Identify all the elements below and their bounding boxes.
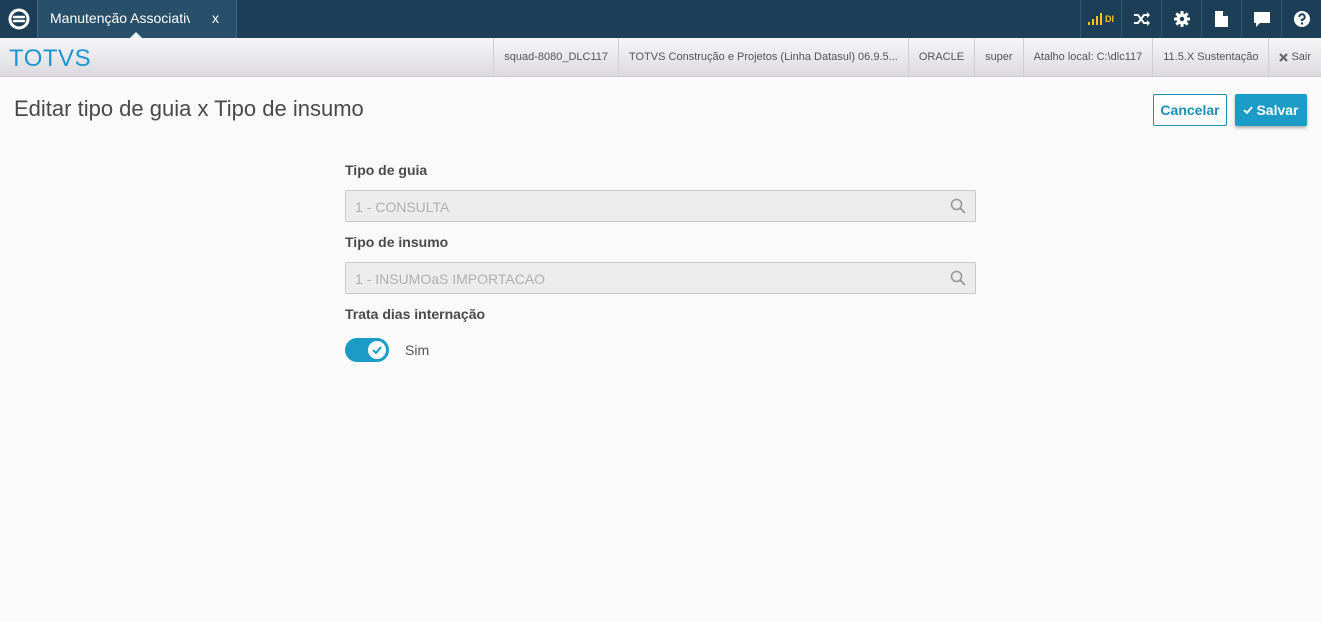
settings-button[interactable] xyxy=(1161,0,1201,38)
document-icon xyxy=(1215,11,1228,27)
signal-icon xyxy=(1088,13,1102,25)
totvs-logo-icon[interactable] xyxy=(0,0,37,38)
product-info: TOTVS Construção e Projetos (Linha Datas… xyxy=(617,38,908,76)
indicator-text: DI xyxy=(1105,14,1114,24)
chat-button[interactable] xyxy=(1241,0,1281,38)
tipo-insumo-field[interactable]: 1 - INSUMOaS IMPORTACAO xyxy=(345,262,976,294)
check-icon xyxy=(1243,106,1254,114)
gear-icon xyxy=(1173,11,1190,27)
tab-label: Manutenção Associativa xyxy=(50,10,190,26)
user-info: super xyxy=(974,38,1023,76)
trata-dias-label: Trata dias internação xyxy=(345,306,486,322)
context-bar: TOTVS squad-8080_DLC117 TOTVS Construção… xyxy=(0,38,1321,77)
shortcut-info: Atalho local: C:\dlc117 xyxy=(1022,38,1153,76)
version-info: 11.5.X Sustentação xyxy=(1152,38,1268,76)
signal-indicator-button[interactable]: DI xyxy=(1080,0,1121,38)
tipo-guia-label: Tipo de guia xyxy=(345,162,428,178)
toggle-knob xyxy=(368,341,386,359)
trata-dias-state-label: Sim xyxy=(405,342,430,358)
help-icon xyxy=(1293,11,1310,27)
chat-icon xyxy=(1253,11,1270,27)
shuffle-icon xyxy=(1133,12,1150,26)
brand-logo: TOTVS xyxy=(9,45,92,72)
help-button[interactable] xyxy=(1281,0,1321,38)
server-info: squad-8080_DLC117 xyxy=(493,38,618,76)
cancel-button[interactable]: Cancelar xyxy=(1153,94,1227,126)
close-icon xyxy=(1279,52,1289,62)
shuffle-button[interactable] xyxy=(1121,0,1161,38)
tab-close-button[interactable]: x xyxy=(212,10,219,26)
database-info: ORACLE xyxy=(907,38,974,76)
page-title: Editar tipo de guia x Tipo de insumo xyxy=(14,96,364,121)
trata-dias-toggle[interactable] xyxy=(345,338,389,362)
context-info: squad-8080_DLC117 TOTVS Construção e Pro… xyxy=(493,38,1321,76)
top-bar: Manutenção Associativa x DI xyxy=(0,0,1321,38)
tab-manutencao[interactable]: Manutenção Associativa x xyxy=(37,0,237,38)
save-label: Salvar xyxy=(1256,102,1299,118)
save-button[interactable]: Salvar xyxy=(1235,94,1307,126)
top-icons-group: DI xyxy=(1080,0,1321,38)
tipo-guia-field[interactable]: 1 - CONSULTA xyxy=(345,190,976,222)
check-icon xyxy=(372,346,382,354)
logout-button[interactable]: Sair xyxy=(1268,38,1321,76)
tipo-insumo-label: Tipo de insumo xyxy=(345,234,449,250)
tipo-insumo-value: 1 - INSUMOaS IMPORTACAO xyxy=(355,271,546,287)
search-icon[interactable] xyxy=(950,270,966,286)
document-button[interactable] xyxy=(1201,0,1241,38)
logout-label: Sair xyxy=(1291,51,1311,63)
search-icon[interactable] xyxy=(950,198,966,214)
tipo-guia-value: 1 - CONSULTA xyxy=(355,199,450,215)
